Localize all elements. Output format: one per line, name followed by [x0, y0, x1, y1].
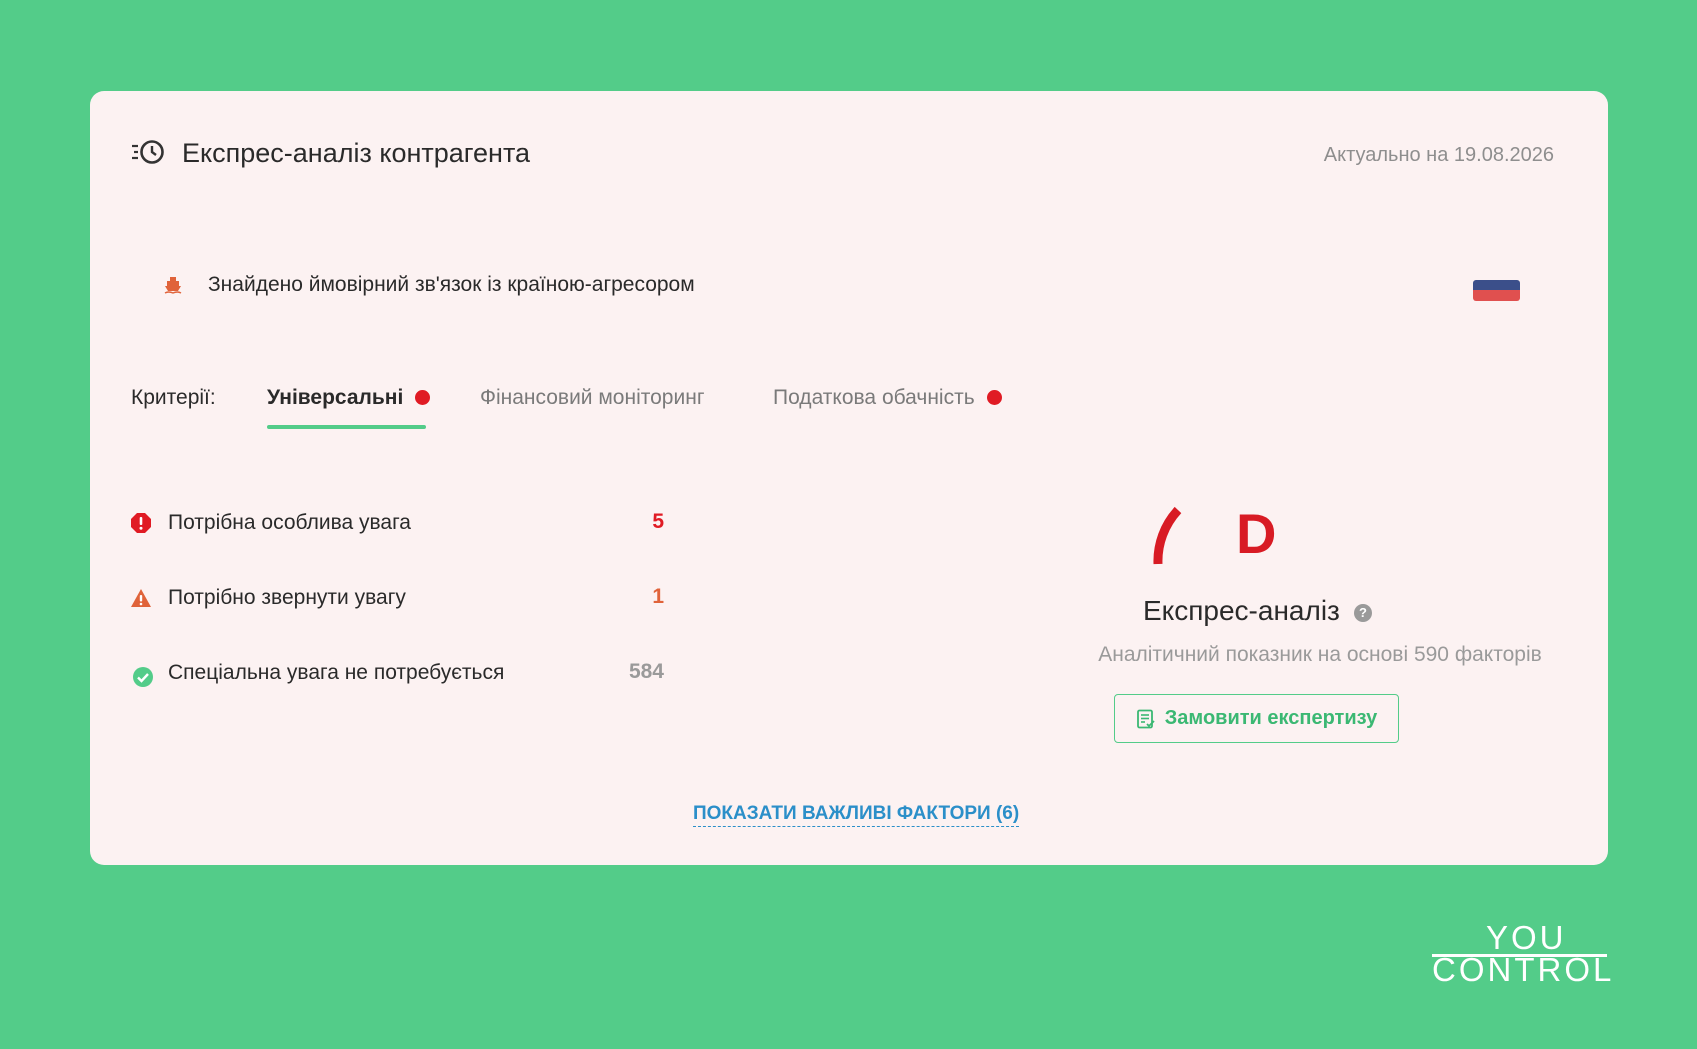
tab-label: Універсальні — [267, 386, 404, 409]
tab-financial-monitoring[interactable]: Фінансовий моніторинг — [480, 385, 704, 411]
tab-label: Податкова обачність — [773, 386, 975, 409]
aggressor-link-alert: Знайдено ймовірний зв'язок із країною-аг… — [208, 273, 695, 296]
order-expertise-button[interactable]: Замовити експертизу — [1114, 694, 1399, 743]
page-title: Експрес-аналіз контрагента — [182, 138, 531, 168]
help-icon[interactable]: ? — [1354, 604, 1372, 622]
warning-triangle-icon — [131, 589, 151, 607]
show-important-factors-link[interactable]: ПОКАЗАТИ ВАЖЛИВІ ФАКТОРИ (6) — [693, 803, 1020, 827]
stat-value-warning: 1 — [652, 585, 664, 608]
tab-alert-dot — [986, 390, 1002, 405]
relevance-date: Актуально на 19.08.2026 — [1323, 144, 1554, 166]
express-analysis-title: Експрес-аналіз — [1143, 595, 1340, 626]
tab-alert-dot — [415, 390, 431, 405]
stat-value-critical: 5 — [652, 510, 664, 533]
stat-label-ok: Спеціальна увага не потребується — [168, 661, 505, 684]
stat-value-ok: 584 — [628, 660, 664, 683]
ship-icon — [164, 277, 182, 294]
logo-text-top: YOU — [1486, 919, 1567, 956]
tab-universal[interactable]: Універсальні — [267, 385, 431, 411]
express-analysis-card: Експрес-аналіз контрагента Актуально на … — [90, 91, 1608, 865]
critical-octagon-icon — [131, 513, 151, 533]
tab-label: Фінансовий моніторинг — [480, 386, 705, 409]
history-clock-icon — [132, 140, 164, 164]
criteria-label: Критерії: — [131, 386, 216, 409]
stat-label-warning: Потрібно звернути увагу — [168, 586, 406, 609]
logo-text-bottom: CONTROL — [1432, 951, 1615, 988]
tab-tax-diligence[interactable]: Податкова обачність — [773, 385, 1002, 411]
document-check-icon — [1136, 709, 1155, 728]
stat-label-critical: Потрібна особлива увага — [168, 511, 411, 534]
active-tab-underline — [267, 425, 426, 429]
risk-grade: D — [1236, 502, 1277, 565]
check-circle-icon — [133, 667, 153, 687]
express-analysis-subtitle: Аналітичний показник на основі 590 факто… — [1098, 643, 1542, 666]
order-expertise-label: Замовити експертизу — [1164, 707, 1378, 729]
country-flag — [1473, 280, 1520, 301]
youcontrol-logo: YOU CONTROL — [1432, 919, 1611, 991]
